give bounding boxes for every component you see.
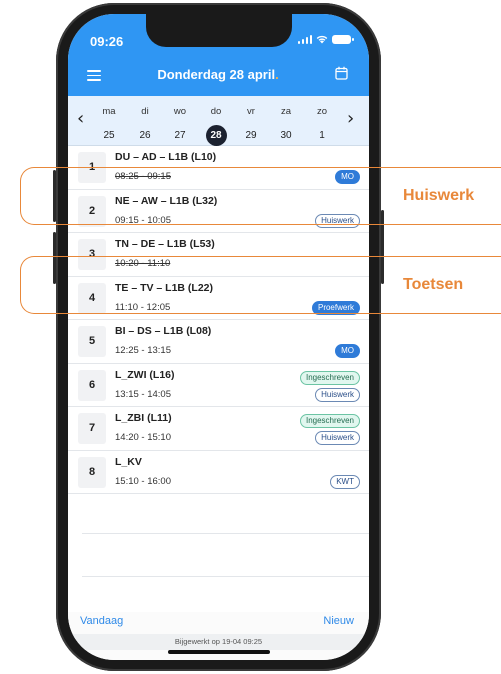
phone-screen: 09:26 Donderdag 28 april. ‹ ma 25 di 26 …	[68, 14, 369, 660]
day-number: 25	[103, 130, 115, 141]
status-icons	[297, 35, 354, 44]
homework-callout-box	[20, 167, 390, 225]
test-callout-label: Toetsen	[403, 276, 464, 293]
menu-icon[interactable]	[87, 70, 101, 81]
homework-callout-label: Huiswerk	[403, 187, 475, 204]
calendar-icon[interactable]	[335, 66, 348, 80]
day-wed[interactable]: wo 27	[165, 96, 195, 146]
lesson-title: BI – DS – L1B (L08)	[115, 325, 212, 337]
period-number: 5	[78, 326, 106, 357]
day-number: 29	[245, 130, 257, 141]
divider	[82, 533, 369, 534]
wifi-icon	[316, 35, 328, 44]
day-fri[interactable]: vr 29	[236, 96, 266, 146]
battery-icon	[332, 35, 354, 44]
status-time: 09:26	[90, 34, 124, 49]
lesson-title: L_ZBI (L11)	[115, 412, 172, 424]
badge-enrolled: Ingeschreven	[299, 370, 360, 385]
badge-kwt: KWT	[330, 474, 360, 489]
day-name: wo	[173, 106, 187, 117]
day-name: do	[210, 106, 222, 117]
chevron-right-icon[interactable]: ›	[347, 108, 354, 129]
lesson-title: L_KV	[115, 455, 142, 468]
day-sat[interactable]: za 30	[271, 96, 301, 146]
day-number: 26	[139, 130, 151, 141]
badge-enrolled: Ingeschreven	[299, 414, 360, 428]
lesson-title: TN – DE – L1B (L53)	[115, 238, 215, 250]
test-callout-line-top	[390, 256, 501, 257]
day-name: za	[280, 106, 292, 117]
day-thu[interactable]: do 28	[201, 96, 231, 146]
chevron-left-icon[interactable]: ‹	[77, 108, 84, 129]
lesson-time: 14:20 - 15:10	[115, 432, 171, 443]
day-name: vr	[247, 106, 255, 117]
lesson-row[interactable]: 8 L_KV 15:10 - 16:00 KWT	[68, 451, 369, 494]
period-number: 8	[78, 456, 106, 488]
badge-homework: Huiswerk	[315, 431, 360, 445]
lesson-row[interactable]: 5 BI – DS – L1B (L08) 12:25 - 13:15 MO	[68, 320, 369, 364]
lesson-time: 13:15 - 14:05	[115, 388, 171, 400]
badge-mo: MO	[335, 344, 360, 358]
day-number: 1	[319, 130, 325, 141]
day-mon[interactable]: ma 25	[94, 96, 124, 146]
lesson-title: DU – AD – L1B (L10)	[115, 151, 217, 163]
badge-homework: Huiswerk	[315, 387, 360, 402]
period-number: 6	[78, 369, 106, 401]
selected-day-number: 28	[205, 125, 227, 146]
lesson-title: L_ZWI (L16)	[115, 368, 175, 381]
test-callout-line-bottom	[390, 313, 501, 314]
signal-icon	[297, 35, 312, 44]
divider	[82, 576, 369, 577]
day-number: 27	[174, 130, 186, 141]
lesson-row[interactable]: 6 L_ZWI (L16) 13:15 - 14:05 Ingeschreven…	[68, 364, 369, 407]
today-button[interactable]: Vandaag	[80, 615, 123, 627]
day-sun[interactable]: zo 1	[307, 96, 337, 146]
lesson-row[interactable]: 7 L_ZBI (L11) 14:20 - 15:10 Ingeschreven…	[68, 407, 369, 451]
homework-callout-line-top	[390, 167, 501, 168]
test-callout-box	[20, 256, 390, 314]
day-name: di	[141, 106, 149, 117]
new-button[interactable]: Nieuw	[323, 615, 354, 627]
lesson-time: 15:10 - 16:00	[115, 475, 171, 487]
notch	[146, 14, 292, 47]
lesson-time: 12:25 - 13:15	[115, 345, 171, 356]
last-updated-text: Bijgewerkt op 19-04 09:25	[68, 634, 369, 650]
home-indicator	[168, 650, 270, 654]
day-name: ma	[102, 106, 116, 117]
homework-callout-line-bottom	[390, 224, 501, 225]
bottom-bar: Vandaag Nieuw Bijgewerkt op 19-04 09:25	[68, 612, 369, 660]
day-tue[interactable]: di 26	[130, 96, 160, 146]
day-number: 30	[280, 130, 292, 141]
day-selector: ‹ ma 25 di 26 wo 27 do 28 vr 29 za 30 zo…	[68, 96, 369, 146]
page-title: Donderdag 28 april.	[157, 67, 279, 82]
day-name: zo	[316, 106, 328, 117]
period-number: 7	[78, 413, 106, 444]
